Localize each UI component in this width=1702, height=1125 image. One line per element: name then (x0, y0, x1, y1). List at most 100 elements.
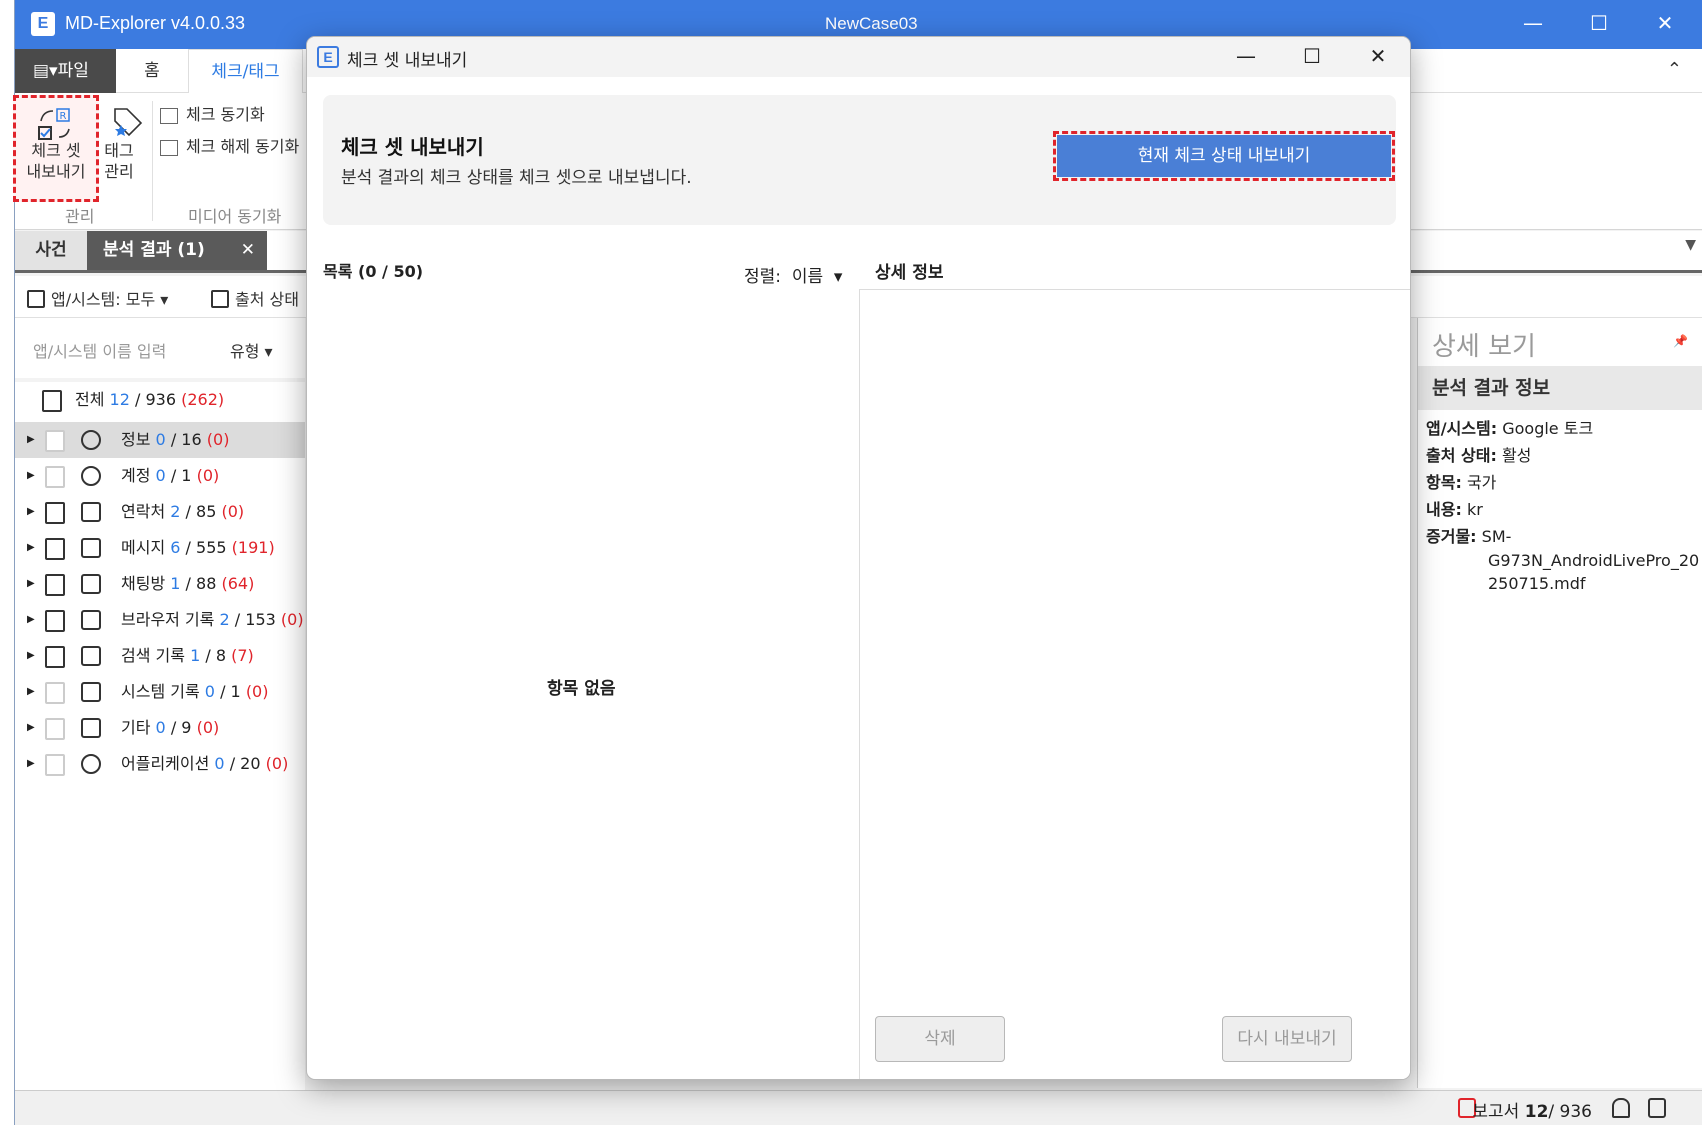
dialog-maximize-button[interactable]: ☐ (1279, 37, 1345, 77)
tree-row-system-log[interactable]: ▶ 시스템 기록 0 / 1 (0) (15, 674, 305, 710)
check-set-export-icon: R (38, 108, 70, 140)
export-current-check-button[interactable]: 현재 체크 상태 내보내기 (1057, 135, 1391, 177)
evidence-value-cont: 250715.mdf (1488, 574, 1586, 593)
clipboard-icon[interactable] (45, 538, 65, 560)
expand-arrow-icon[interactable]: ▶ (27, 710, 35, 746)
minimize-button[interactable]: — (1500, 0, 1566, 49)
tab-case[interactable]: 사건 (15, 231, 87, 270)
empty-list-message: 항목 없음 (547, 679, 616, 699)
collapse-ribbon-icon[interactable]: ⌃ (1667, 59, 1682, 80)
analysis-info-section[interactable]: 분석 결과 정보 (1418, 366, 1702, 410)
clipboard-icon[interactable] (45, 754, 65, 776)
expand-arrow-icon[interactable]: ▶ (27, 674, 35, 710)
tree-row-contacts[interactable]: ▶ 연락처 2 / 85 (0) (15, 494, 305, 530)
maximize-button[interactable]: ☐ (1566, 0, 1632, 49)
clipboard-icon[interactable] (45, 718, 65, 740)
close-tab-icon[interactable]: ✕ (241, 231, 255, 270)
detail-value: SM- (1481, 527, 1512, 546)
report-total: / 936 (1548, 1102, 1592, 1122)
flagged-count: (0) (221, 502, 245, 521)
checked-count: 0 (155, 430, 166, 449)
detail-key: 내용: (1426, 500, 1462, 519)
tab-analysis-results[interactable]: 분석 결과 (1) ✕ (87, 231, 267, 270)
tree-row-info[interactable]: ▶ 정보 0 / 16 (0) (15, 422, 305, 458)
bell-icon[interactable] (1612, 1098, 1630, 1118)
close-button[interactable]: ✕ (1632, 0, 1698, 49)
clipboard-icon[interactable] (45, 646, 65, 668)
tree-row-search-history[interactable]: ▶ 검색 기록 1 / 8 (7) (15, 638, 305, 674)
clipboard-icon[interactable] (45, 430, 65, 452)
total-count: / 936 (135, 390, 177, 409)
report-label: 보고서 (1472, 1102, 1520, 1122)
search-history-icon (81, 646, 101, 666)
tab-menu-icon[interactable]: ▼ (1685, 237, 1696, 253)
tree-row-application[interactable]: ▶ 어플리케이션 0 / 20 (0) (15, 746, 305, 782)
detail-info-pane: 삭제 다시 내보내기 (859, 289, 1410, 1079)
tree-row-total[interactable]: 전체 12 / 936 (262) (15, 382, 305, 418)
clipboard-icon[interactable] (45, 682, 65, 704)
check-set-export-dialog: E 체크 셋 내보내기 — ☐ ✕ 체크 셋 내보내기 분석 결과의 체크 상태… (306, 36, 1411, 1080)
clipboard-icon[interactable] (42, 390, 62, 412)
expand-arrow-icon[interactable]: ▶ (27, 422, 35, 458)
tree-row-chatroom[interactable]: ▶ 채팅방 1 / 88 (64) (15, 566, 305, 602)
info-icon (81, 430, 101, 450)
expand-arrow-icon[interactable]: ▶ (27, 746, 35, 782)
sort-dropdown[interactable]: 정렬: 이름 ▾ (744, 262, 842, 287)
list-title: 목록 (0 / 50) (323, 262, 424, 281)
app-name-search-input[interactable]: 앱/시스템 이름 입력 (33, 338, 166, 362)
banner-title: 체크 셋 내보내기 (341, 135, 484, 159)
clipboard-icon[interactable] (45, 574, 65, 596)
delete-button[interactable]: 삭제 (875, 1016, 1005, 1062)
total-count: / 88 (185, 574, 217, 593)
expand-arrow-icon[interactable]: ▶ (27, 494, 35, 530)
group-label-media-sync: 미디어 동기화 (188, 207, 282, 226)
clipboard-alert-icon[interactable] (1648, 1098, 1666, 1118)
dialog-close-button[interactable]: ✕ (1345, 37, 1410, 77)
flagged-count: (0) (265, 754, 289, 773)
case-title: NewCase03 (825, 14, 918, 33)
tree-label: 검색 기록 (121, 646, 185, 665)
tab-check-tag[interactable]: 체크/태그 (188, 49, 303, 94)
expand-arrow-icon[interactable]: ▶ (27, 530, 35, 566)
total-count: / 153 (234, 610, 276, 629)
tag-manage-button[interactable]: 태그 관리 (99, 95, 149, 195)
detail-row: 출처 상태: 활성 (1426, 445, 1531, 467)
source-state-filter[interactable]: 출처 상태 (211, 286, 299, 310)
clipboard-icon[interactable] (45, 466, 65, 488)
pin-icon[interactable]: 📌 (1673, 334, 1688, 348)
expand-arrow-icon[interactable]: ▶ (27, 602, 35, 638)
detail-key: 출처 상태: (1426, 446, 1497, 465)
tag-manage-label-1: 태그 (104, 141, 134, 160)
tree-label: 시스템 기록 (121, 682, 200, 701)
total-count: / 1 (170, 466, 192, 485)
tab-home[interactable]: 홈 (116, 49, 188, 93)
check-sync-button[interactable]: 체크 동기화 (160, 101, 265, 125)
svg-text:R: R (60, 111, 67, 122)
type-dropdown[interactable]: 유형 ▾ (230, 338, 273, 362)
detail-key: 앱/시스템: (1426, 419, 1498, 438)
tree-row-account[interactable]: ▶ 계정 0 / 1 (0) (15, 458, 305, 494)
other-icon (81, 718, 101, 738)
dialog-minimize-button[interactable]: — (1213, 37, 1279, 77)
tree-row-browser-history[interactable]: ▶ 브라우저 기록 2 / 153 (0) (15, 602, 305, 638)
expand-arrow-icon[interactable]: ▶ (27, 566, 35, 602)
check-set-export-button[interactable]: R 체크 셋 내보내기 (13, 95, 99, 202)
uncheck-sync-button[interactable]: 체크 해제 동기화 (160, 133, 299, 157)
tree-row-message[interactable]: ▶ 메시지 6 / 555 (191) (15, 530, 305, 566)
dialog-title-bar: E 체크 셋 내보내기 — ☐ ✕ (307, 37, 1410, 77)
clipboard-icon[interactable] (45, 502, 65, 524)
tab-file[interactable]: ▤▾파일 (15, 49, 116, 93)
expand-arrow-icon[interactable]: ▶ (27, 458, 35, 494)
clipboard-icon[interactable] (45, 610, 65, 632)
app-logo-icon: E (31, 12, 55, 36)
app-system-filter[interactable]: 앱/시스템: 모두 ▾ (27, 286, 168, 310)
contacts-icon (81, 502, 101, 522)
report-status[interactable]: 보고서 12/ 936 (1472, 1097, 1592, 1122)
expand-arrow-icon[interactable]: ▶ (27, 638, 35, 674)
detail-row: 앱/시스템: Google 토크 (1426, 418, 1593, 440)
tree-row-other[interactable]: ▶ 기타 0 / 9 (0) (15, 710, 305, 746)
reexport-button[interactable]: 다시 내보내기 (1222, 1016, 1352, 1062)
total-count: / 85 (185, 502, 217, 521)
filter-row: 앱/시스템 이름 입력 유형 ▾ (15, 318, 305, 378)
detail-value: 국가 (1466, 473, 1497, 492)
